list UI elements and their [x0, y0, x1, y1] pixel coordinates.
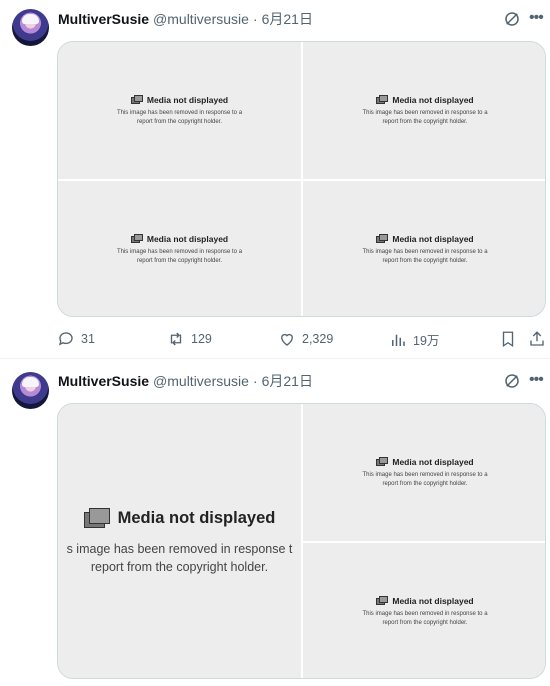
media-tile[interactable]: Media not displayed This image has been …	[303, 181, 545, 316]
media-picture-icon	[83, 508, 110, 528]
media-message-line1: This image has been removed in response …	[362, 109, 488, 116]
media-grid[interactable]: Media not displayed This image has been …	[57, 41, 546, 317]
media-message-line1: This image has been removed in response …	[362, 248, 488, 255]
media-picture-icon	[376, 457, 389, 466]
media-title: Media not displayed	[392, 595, 474, 606]
media-title: Media not displayed	[392, 456, 474, 467]
media-message: This image has been removed in response …	[105, 109, 255, 127]
more-icon[interactable]: •••	[529, 9, 547, 27]
media-title-row: Media not displayed	[376, 233, 474, 244]
tweet-date[interactable]: 6月21日	[262, 371, 313, 391]
media-picture-icon	[130, 95, 143, 104]
reply-count: 31	[81, 332, 95, 346]
views-count: 19万	[413, 334, 440, 348]
media-message: This image has been removed in response …	[350, 471, 500, 489]
media-message-line1: This image has been removed in response …	[362, 471, 488, 478]
media-divider	[303, 541, 545, 543]
media-tile[interactable]: Media not displayed s image has been rem…	[58, 404, 301, 678]
reply-icon	[58, 332, 73, 346]
more-icon[interactable]: •••	[529, 371, 547, 389]
media-title: Media not displayed	[146, 233, 229, 244]
avatar[interactable]	[12, 372, 49, 409]
share-button[interactable]	[528, 330, 550, 348]
media-message: s image has been removed in response t re…	[67, 540, 293, 576]
retweet-icon	[170, 332, 182, 346]
media-title: Media not displayed	[392, 94, 474, 105]
retweet-count: 129	[191, 332, 212, 346]
media-picture-icon	[376, 596, 389, 605]
media-message-line2: report from the copyright holder.	[382, 619, 468, 626]
media-message-line2: report from the copyright holder.	[136, 257, 223, 264]
media-title-row: Media not displayed	[376, 456, 474, 467]
views-button[interactable]: 19万	[389, 330, 439, 349]
media-title-row: Media not displayed	[376, 94, 474, 105]
media-title: Media not displayed	[117, 508, 276, 527]
author-name[interactable]: MultiverSusie	[58, 11, 149, 27]
tweet-date[interactable]: 6月21日	[262, 9, 313, 29]
media-title-row: Media not displayed	[130, 233, 229, 244]
author-handle[interactable]: @multiversusie	[153, 373, 249, 389]
media-tile[interactable]: Media not displayed This image has been …	[58, 181, 301, 316]
media-title: Media not displayed	[146, 94, 229, 105]
media-message-line1: s image has been removed in response t	[66, 542, 293, 556]
media-tile[interactable]: Media not displayed This image has been …	[58, 42, 301, 179]
media-divider	[58, 179, 545, 181]
media-title: Media not displayed	[392, 233, 474, 244]
like-icon	[281, 333, 293, 346]
media-grid[interactable]: Media not displayed s image has been rem…	[57, 403, 546, 679]
share-icon	[530, 331, 544, 346]
media-tile[interactable]: Media not displayed This image has been …	[303, 42, 545, 179]
media-message-line1: This image has been removed in response …	[116, 109, 243, 116]
media-title-row: Media not displayed	[83, 508, 276, 528]
media-picture-icon	[376, 234, 389, 243]
retweet-button[interactable]: 129	[167, 330, 212, 348]
media-message-line2: report from the copyright holder.	[382, 257, 468, 264]
media-tile[interactable]: Media not displayed This image has been …	[303, 404, 545, 541]
media-picture-icon	[376, 95, 389, 104]
tweet-header: MultiverSusie @multiversusie · 6月21日	[58, 372, 313, 390]
media-message: This image has been removed in response …	[350, 109, 500, 127]
bookmark-icon	[502, 331, 514, 348]
grok-icon[interactable]	[503, 372, 521, 390]
separator: ·	[252, 373, 258, 389]
media-message-line1: This image has been removed in response …	[362, 610, 488, 617]
grok-icon[interactable]	[503, 10, 521, 28]
media-title-row: Media not displayed	[130, 94, 229, 105]
author-handle[interactable]: @multiversusie	[153, 11, 249, 27]
tweet[interactable]: MultiverSusie @multiversusie · 6月21日 •••…	[0, 0, 550, 359]
separator: ·	[252, 11, 258, 27]
media-message: This image has been removed in response …	[105, 248, 255, 266]
author-name[interactable]: MultiverSusie	[58, 373, 149, 389]
media-title-row: Media not displayed	[376, 595, 474, 606]
media-message-line1: This image has been removed in response …	[116, 248, 243, 255]
reply-button[interactable]: 31	[57, 330, 95, 348]
like-count: 2,329	[302, 332, 334, 346]
action-bar: 31 129 2,329 19万	[57, 330, 547, 348]
media-message-line2: report from the copyright holder.	[136, 118, 223, 125]
media-message: This image has been removed in response …	[350, 610, 500, 628]
views-icon	[392, 334, 405, 346]
avatar[interactable]	[12, 9, 49, 46]
bookmark-button[interactable]	[499, 330, 523, 348]
media-tile[interactable]: Media not displayed This image has been …	[303, 543, 545, 678]
like-button[interactable]: 2,329	[278, 330, 333, 348]
tweet[interactable]: MultiverSusie @multiversusie · 6月21日 •••…	[0, 360, 550, 686]
media-message-line2: report from the copyright holder.	[382, 480, 468, 487]
tweet-header: MultiverSusie @multiversusie · 6月21日	[58, 10, 313, 28]
media-message: This image has been removed in response …	[350, 248, 500, 266]
media-message-line2: report from the copyright holder.	[382, 118, 468, 125]
media-message-line2: report from the copyright holder.	[90, 560, 269, 574]
media-picture-icon	[130, 234, 143, 243]
